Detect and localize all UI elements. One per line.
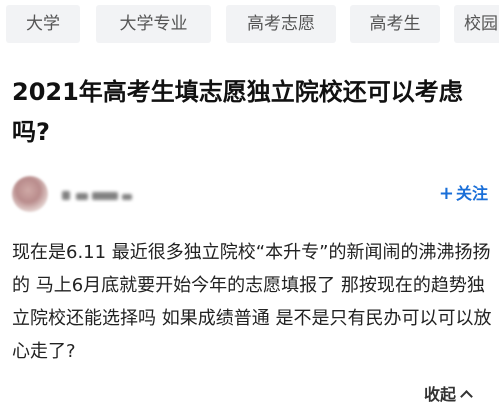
topic-tag[interactable]: 高考生 <box>350 5 440 43</box>
collapse-label: 收起 <box>423 385 456 404</box>
follow-label: 关注 <box>455 184 488 203</box>
topic-tag[interactable]: 校园 <box>454 5 499 43</box>
topic-tag[interactable]: 大学 <box>6 5 80 43</box>
avatar[interactable] <box>12 176 48 212</box>
author-name-blurred[interactable] <box>58 185 138 203</box>
topic-tag-bar: 大学 大学专业 高考志愿 高考生 校园 <box>0 0 499 50</box>
topic-tag[interactable]: 大学专业 <box>96 5 211 43</box>
chevron-up-icon <box>460 390 473 403</box>
author-row: + 关注 <box>12 176 490 212</box>
topic-tag[interactable]: 高考志愿 <box>226 5 336 43</box>
plus-icon: + <box>438 183 454 204</box>
follow-button[interactable]: + 关注 <box>439 180 488 208</box>
question-body: 现在是6.11 最近很多独立院校“本升专”的新闻闹的沸沸扬扬的 马上6月底就要开… <box>12 242 492 362</box>
collapse-button[interactable]: 收起 <box>423 381 473 405</box>
question-title: 2021年高考生填志愿独立院校还可以考虑吗? <box>12 78 463 146</box>
